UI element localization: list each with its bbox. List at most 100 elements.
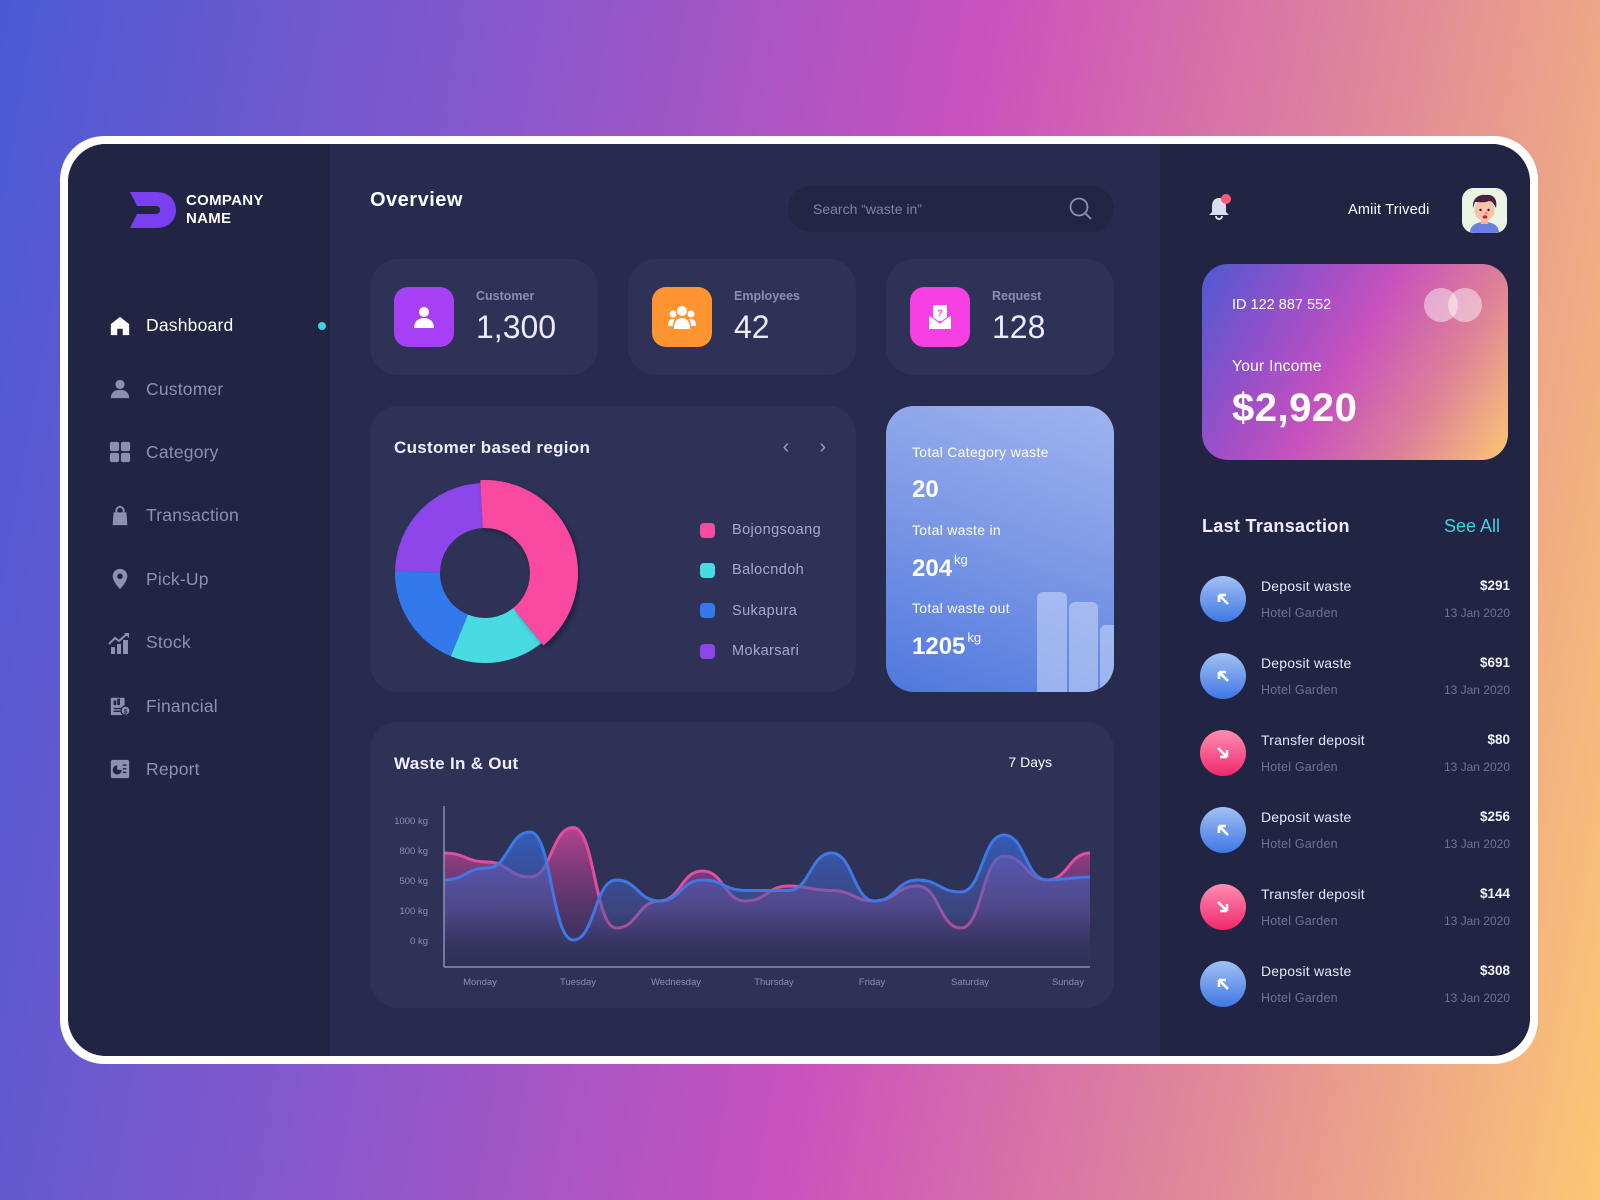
- transaction-date: 13 Jan 2020: [1443, 837, 1510, 851]
- transaction-amount: $256: [1479, 809, 1510, 824]
- legend-item: Bojongsoang: [700, 510, 821, 550]
- total-category-number: 20: [912, 476, 939, 503]
- x-tick-label: Wednesday: [651, 977, 701, 988]
- last-transaction-title: Last Transaction: [1202, 516, 1350, 536]
- arrow-down-right-icon: [1200, 730, 1246, 776]
- legend-item: Balocndoh: [700, 550, 821, 590]
- transaction-date: 13 Jan 2020: [1443, 683, 1510, 697]
- waste-out-number: 1205: [912, 633, 966, 660]
- request-mail-icon: ?: [928, 305, 952, 329]
- income-card[interactable]: ID 122 887 552 Your Income $2,920: [1202, 264, 1508, 460]
- income-label: Your Income: [1232, 358, 1322, 375]
- transaction-row[interactable]: Deposit waste Hotel Garden $291 13 Jan 2020: [1200, 576, 1510, 653]
- donut-slice-mokarsari[interactable]: [395, 483, 483, 573]
- transaction-name: Transfer deposit: [1261, 732, 1365, 748]
- stat-card-customer[interactable]: Customer 1,300: [370, 259, 598, 375]
- transaction-amount: $144: [1479, 886, 1510, 901]
- transaction-info: Deposit waste Hotel Garden: [1261, 807, 1352, 851]
- transaction-row[interactable]: Transfer deposit Hotel Garden $80 13 Jan 20…: [1200, 730, 1510, 807]
- total-category-label: Total Category waste: [912, 444, 1049, 460]
- stat-label: Customer: [476, 288, 535, 303]
- x-tick-label: Sunday: [1052, 977, 1084, 988]
- y-tick-label: 800 kg: [399, 846, 428, 857]
- y-tick-label: 100 kg: [399, 906, 428, 917]
- notification-badge: [1221, 194, 1231, 204]
- decorative-bar: [1069, 602, 1098, 692]
- x-tick-label: Friday: [859, 977, 886, 988]
- transaction-row[interactable]: Transfer deposit Hotel Garden $144 13 Jan 2…: [1200, 884, 1510, 961]
- x-tick-label: Thursday: [754, 977, 794, 988]
- arrow-up-left-icon: [1200, 961, 1246, 1007]
- search-icon[interactable]: [1068, 196, 1094, 222]
- sidebar-item-stock[interactable]: Stock: [108, 611, 328, 674]
- stat-card-employees[interactable]: Employees 42: [628, 259, 856, 375]
- transaction-amount: $308: [1479, 963, 1510, 978]
- search-input[interactable]: [813, 201, 1068, 217]
- avatar-illustration: [1462, 188, 1507, 233]
- card-title: Waste In & Out: [394, 754, 519, 773]
- arrow-down-right-icon: [1200, 884, 1246, 930]
- transaction-meta: $80 13 Jan 2020: [1444, 732, 1510, 774]
- sidebar-item-category[interactable]: Category: [108, 421, 328, 484]
- transaction-row[interactable]: Deposit waste Hotel Garden $256 13 Jan 2020: [1200, 807, 1510, 884]
- stat-value: 1,300: [476, 308, 557, 345]
- stat-icon-tile: ?: [910, 287, 970, 347]
- transaction-list: Deposit waste Hotel Garden $291 13 Jan 2020…: [1200, 576, 1510, 1038]
- transaction-place: Hotel Garden: [1261, 991, 1338, 1005]
- legend-swatch: [700, 643, 715, 659]
- chevron-right-icon[interactable]: ›: [819, 436, 826, 459]
- app-window: COMPANY NAME Dashboard Customer Category…: [68, 144, 1530, 1056]
- user-icon: [108, 377, 132, 401]
- grid-icon: [108, 440, 132, 464]
- avatar[interactable]: [1462, 188, 1507, 233]
- sidebar-item-pick-up[interactable]: Pick-Up: [108, 548, 328, 611]
- sidebar-item-label: Stock: [146, 632, 191, 653]
- transaction-info: Deposit waste Hotel Garden: [1261, 961, 1352, 1005]
- company-logo[interactable]: COMPANY NAME: [128, 190, 264, 230]
- transaction-meta: $308 13 Jan 2020: [1444, 963, 1510, 1005]
- waste-in-out-card: 1000 kg 800 kg 500 kg 100 kg 0 kg Monday Tuesd…: [370, 722, 1114, 1008]
- region-legend: Bojongsoang Balocndoh Sukapura Mokarsari: [700, 510, 821, 671]
- financial-report-icon: $: [108, 694, 132, 718]
- legend-swatch: [700, 522, 715, 538]
- search-bar[interactable]: [788, 186, 1114, 232]
- stat-value: 128: [992, 308, 1046, 345]
- logo-d-icon: [130, 192, 176, 228]
- sidebar-item-dashboard[interactable]: Dashboard: [108, 294, 328, 357]
- waste-summary-card: Total Category waste 20 Total waste in 2…: [886, 406, 1114, 692]
- company-name-line2: NAME: [186, 210, 232, 227]
- stat-card-request[interactable]: ? Request 128: [886, 259, 1114, 375]
- sidebar-item-label: Pick-Up: [146, 568, 209, 589]
- card-title: Customer based region: [394, 438, 591, 457]
- transaction-meta: $291 13 Jan 2020: [1444, 578, 1510, 620]
- transaction-name: Transfer deposit: [1261, 886, 1365, 902]
- period-selector[interactable]: 7 Days: [1008, 754, 1052, 770]
- sidebar-item-label: Report: [146, 758, 200, 779]
- sidebar-item-customer[interactable]: Customer: [108, 357, 328, 420]
- waste-out-unit: kg: [967, 630, 982, 645]
- user-name[interactable]: Amiit Trivedi: [1348, 202, 1430, 218]
- transaction-row[interactable]: Deposit waste Hotel Garden $308 13 Jan 2020: [1200, 961, 1510, 1038]
- transaction-info: Transfer deposit Hotel Garden: [1261, 730, 1365, 774]
- see-all-link[interactable]: See All: [1444, 516, 1500, 537]
- transaction-row[interactable]: Deposit waste Hotel Garden $691 13 Jan 2020: [1200, 653, 1510, 730]
- sidebar-item-transaction[interactable]: Transaction: [108, 484, 328, 547]
- transaction-meta: $144 13 Jan 2020: [1444, 886, 1510, 928]
- x-tick-label: Tuesday: [560, 977, 596, 988]
- active-indicator-dot: [318, 321, 326, 330]
- customer-region-card: Customer based region ‹ › Bojongsoang Bal…: [370, 406, 856, 692]
- sidebar-nav: Dashboard Customer Category Transaction …: [108, 294, 328, 801]
- legend-label: Mokarsari: [732, 643, 800, 660]
- shopping-bag-icon: [108, 504, 132, 528]
- sidebar-item-report[interactable]: Report: [108, 738, 328, 801]
- transaction-info: Deposit waste Hotel Garden: [1261, 653, 1352, 697]
- transaction-meta: $256 13 Jan 2020: [1444, 809, 1510, 851]
- notification-button[interactable]: [1207, 194, 1233, 222]
- company-name: COMPANY NAME: [186, 192, 264, 228]
- account-id: ID 122 887 552: [1232, 297, 1332, 313]
- sidebar-item-label: Category: [146, 441, 219, 462]
- region-pager: ‹ ›: [783, 436, 826, 459]
- sidebar-item-financial[interactable]: $ Financial: [108, 674, 328, 737]
- chevron-left-icon[interactable]: ‹: [783, 436, 790, 459]
- transaction-name: Deposit waste: [1261, 809, 1352, 825]
